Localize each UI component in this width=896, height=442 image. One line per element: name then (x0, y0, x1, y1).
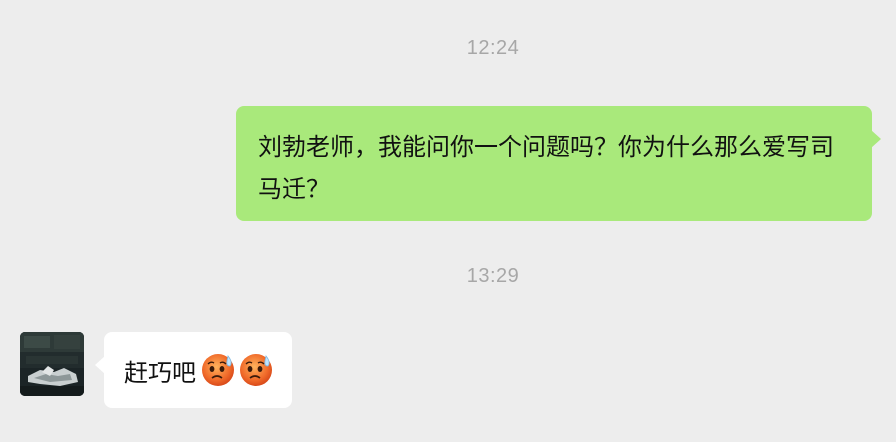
timestamp: 13:29 (466, 265, 520, 287)
received-message-bubble[interactable]: 赶巧吧 (95, 332, 292, 408)
anxious-sweat-face-icon (240, 354, 272, 386)
sent-message-text: 刘勃老师，我能问你一个问题吗？你为什么那么爱写司马迁？ (258, 133, 834, 203)
anxious-sweat-face-icon (202, 354, 234, 386)
avatar-image (20, 332, 84, 396)
received-message-text: 赶巧吧 (124, 358, 196, 387)
sent-message-bubble[interactable]: 刘勃老师，我能问你一个问题吗？你为什么那么爱写司马迁？ (236, 106, 881, 221)
chat-area: 12:24 刘勃老师，我能问你一个问题吗？你为什么那么爱写司马迁？ 13:29 … (0, 0, 896, 442)
avatar[interactable] (20, 332, 84, 396)
timestamp: 12:24 (466, 37, 520, 59)
